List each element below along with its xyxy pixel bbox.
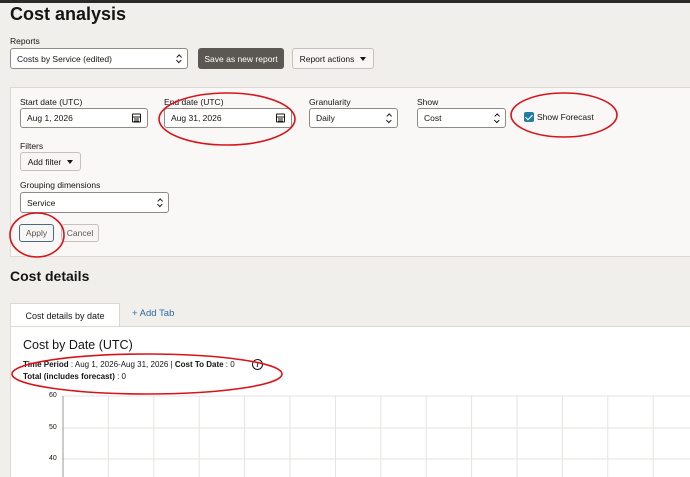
reports-select[interactable]: Costs by Service (edited) xyxy=(10,48,188,69)
info-icon[interactable]: i xyxy=(252,359,263,370)
start-date-value: Aug 1, 2026 xyxy=(27,113,73,123)
select-chevron-icon xyxy=(386,113,392,124)
report-actions-button[interactable]: Report actions xyxy=(292,48,374,69)
select-chevron-icon xyxy=(157,197,163,208)
show-select[interactable]: Cost xyxy=(417,108,506,128)
granularity-value: Daily xyxy=(316,113,335,123)
end-date-input[interactable]: Aug 31, 2026 xyxy=(164,108,292,128)
add-filter-label: Add filter xyxy=(27,156,62,167)
granularity-select[interactable]: Daily xyxy=(309,108,398,128)
reports-label: Reports xyxy=(10,36,40,46)
y-tick-label: 40 xyxy=(49,455,57,462)
top-border xyxy=(0,0,690,3)
save-as-new-report-label: Save as new report xyxy=(204,53,278,64)
grouping-value: Service xyxy=(27,197,56,208)
end-date-value: Aug 31, 2026 xyxy=(171,113,222,123)
show-value: Cost xyxy=(424,113,442,123)
apply-button[interactable]: Apply xyxy=(19,224,54,242)
cancel-button[interactable]: Cancel xyxy=(61,224,99,242)
show-forecast-checkbox[interactable] xyxy=(524,112,534,122)
y-tick-label: 50 xyxy=(49,424,57,431)
grouping-dimensions-select[interactable]: Service xyxy=(20,192,169,213)
start-date-label: Start date (UTC) xyxy=(20,97,83,107)
cost-to-date-label: Cost To Date xyxy=(174,360,224,369)
add-tab-link[interactable]: + Add Tab xyxy=(132,308,174,319)
apply-label: Apply xyxy=(25,228,48,238)
grouping-dimensions-label: Grouping dimensions xyxy=(20,180,101,190)
tab-cost-details-by-date[interactable]: Cost details by date xyxy=(10,303,120,327)
start-date-input[interactable]: Aug 1, 2026 xyxy=(20,108,148,128)
chart-title: Cost by Date (UTC) xyxy=(23,338,133,352)
caret-down-icon xyxy=(67,159,74,164)
show-forecast-label[interactable]: Show Forecast xyxy=(537,112,594,122)
cost-to-date-value: : 0 xyxy=(223,360,235,369)
show-label: Show xyxy=(417,97,439,107)
total-label: Total (includes forecast) xyxy=(23,372,115,381)
select-chevron-icon xyxy=(494,113,500,124)
calendar-icon[interactable] xyxy=(132,113,141,123)
total-value: : 0 xyxy=(114,372,126,381)
tab-label: Cost details by date xyxy=(25,310,105,321)
reports-select-value: Costs by Service (edited) xyxy=(17,53,112,64)
total-line: Total (includes forecast) : 0 xyxy=(23,372,126,381)
report-actions-label: Report actions xyxy=(299,53,355,64)
calendar-icon[interactable] xyxy=(276,113,285,123)
end-date-label: End date (UTC) xyxy=(164,97,224,107)
page-title: Cost analysis xyxy=(10,4,127,24)
cost-details-title: Cost details xyxy=(10,268,90,284)
time-period-value: : Aug 1, 2026-Aug 31, 2026 | xyxy=(68,360,175,369)
select-chevron-icon xyxy=(176,53,182,64)
add-filter-button[interactable]: Add filter xyxy=(20,152,81,171)
time-period-label: Time Period xyxy=(23,360,69,369)
save-as-new-report-button[interactable]: Save as new report xyxy=(198,48,284,69)
time-period-line: Time Period : Aug 1, 2026-Aug 31, 2026 |… xyxy=(23,360,235,369)
granularity-label: Granularity xyxy=(309,97,351,107)
filters-label: Filters xyxy=(20,141,44,151)
cancel-label: Cancel xyxy=(66,228,94,238)
y-tick-label: 60 xyxy=(49,392,57,399)
caret-down-icon xyxy=(360,56,367,61)
